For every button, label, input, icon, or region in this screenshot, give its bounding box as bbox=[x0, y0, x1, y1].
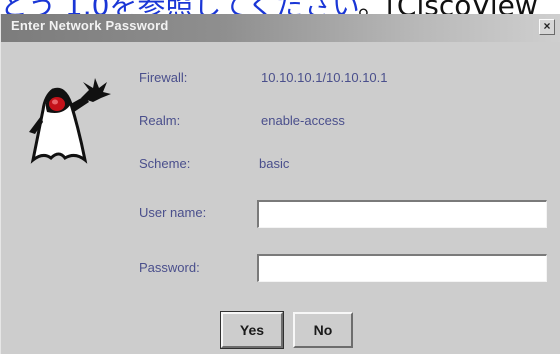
close-icon: × bbox=[543, 19, 551, 33]
password-input[interactable] bbox=[257, 254, 547, 282]
network-password-dialog: Enter Network Password × Firewall: 10.10… bbox=[0, 14, 560, 354]
yes-button[interactable]: Yes bbox=[220, 311, 284, 349]
realm-value: enable-access bbox=[261, 113, 345, 128]
password-label: Password: bbox=[139, 260, 200, 275]
username-input[interactable] bbox=[257, 200, 547, 228]
firewall-label: Firewall: bbox=[139, 70, 188, 85]
java-duke-icon bbox=[29, 78, 111, 164]
dialog-titlebar[interactable]: Enter Network Password × bbox=[1, 14, 560, 42]
close-button[interactable]: × bbox=[539, 19, 555, 35]
realm-label: Realm: bbox=[139, 113, 181, 128]
no-button[interactable]: No bbox=[293, 312, 353, 348]
page: とう 1.0を参照してください 。[CiscoView Enter Networ… bbox=[0, 0, 560, 354]
dialog-title: Enter Network Password bbox=[11, 18, 169, 33]
scheme-label: Scheme: bbox=[139, 156, 191, 171]
username-label: User name: bbox=[139, 205, 207, 220]
firewall-value: 10.10.10.1/10.10.10.1 bbox=[261, 70, 388, 85]
scheme-value: basic bbox=[259, 156, 290, 171]
